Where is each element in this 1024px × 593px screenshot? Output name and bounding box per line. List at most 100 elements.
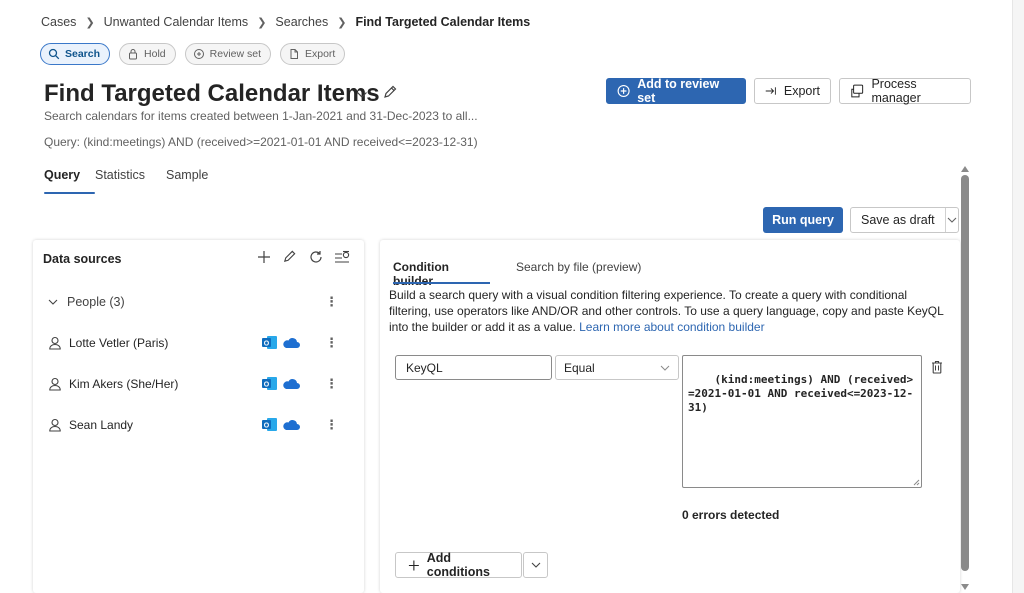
add-icon[interactable] — [255, 248, 272, 265]
condition-builder-panel: Condition builder Search by file (previe… — [380, 240, 960, 593]
condition-builder-description: Build a search query with a visual condi… — [389, 287, 949, 335]
hold-pill[interactable]: Hold — [119, 43, 176, 65]
source-icons: O — [262, 335, 300, 350]
learn-more-link[interactable]: Learn more about condition builder — [579, 320, 764, 334]
search-description: Search calendars for items created betwe… — [44, 109, 478, 123]
chevron-down-icon[interactable] — [946, 217, 958, 223]
svg-text:O: O — [264, 340, 270, 347]
export-pill[interactable]: Export — [280, 43, 346, 65]
scroll-down-arrow-icon[interactable] — [961, 579, 969, 593]
person-icon — [49, 377, 61, 391]
more-options-icon[interactable]: ⋮ — [325, 295, 338, 308]
chevron-down-icon[interactable] — [356, 88, 368, 102]
condition-value-textarea[interactable]: (kind:meetings) AND (received>=2021-01-0… — [682, 355, 922, 488]
scrollbar-thumb[interactable] — [961, 175, 969, 571]
tab-condition-builder[interactable]: Condition builder — [393, 260, 490, 288]
outlook-icon: O — [262, 336, 277, 349]
search-pill-label: Search — [65, 48, 101, 60]
review-set-icon — [193, 49, 204, 59]
scroll-up-arrow-icon[interactable] — [961, 161, 969, 175]
run-query-button[interactable]: Run query — [763, 207, 843, 233]
outlook-icon: O — [262, 377, 277, 390]
tab-condition-builder-label: Condition builder — [393, 260, 449, 288]
data-sources-toolbar — [255, 248, 350, 265]
save-as-draft-label[interactable]: Save as draft — [851, 208, 946, 232]
add-icon — [408, 560, 419, 570]
add-conditions-dropdown[interactable] — [523, 552, 548, 578]
person-name: Sean Landy — [69, 418, 134, 432]
more-options-icon[interactable]: ⋮ — [325, 377, 338, 390]
people-group-toggle[interactable]: People (3) — [48, 295, 125, 309]
lock-icon — [129, 49, 138, 60]
export-arrow-icon — [765, 87, 776, 95]
svg-text:O: O — [264, 422, 270, 429]
chevron-down-icon — [48, 299, 58, 305]
add-to-review-set-label: Add to review set — [637, 77, 720, 105]
source-icons: O — [262, 376, 300, 391]
condition-field-input[interactable]: KeyQL — [395, 355, 552, 380]
tab-query[interactable]: Query — [44, 168, 95, 194]
chevron-right-icon: ❯ — [337, 16, 347, 29]
tab-search-by-file[interactable]: Search by file (preview) — [516, 260, 641, 284]
tab-sample[interactable]: Sample — [166, 168, 226, 194]
export-pill-label: Export — [305, 48, 336, 60]
review-set-pill[interactable]: Review set — [184, 43, 271, 65]
refresh-icon[interactable] — [307, 248, 324, 265]
data-sources-panel: Data sources People (3) ⋮ Lotte Vetler (… — [33, 240, 364, 593]
onedrive-icon — [283, 337, 300, 348]
edit-pencil-icon[interactable] — [281, 248, 298, 265]
delete-icon[interactable] — [931, 360, 943, 377]
window-right-edge — [1012, 0, 1024, 593]
add-conditions-label: Add conditions — [426, 551, 490, 579]
process-manager-icon — [851, 84, 864, 98]
svg-text:O: O — [264, 381, 270, 388]
hold-pill-label: Hold — [144, 48, 166, 60]
errors-status: 0 errors detected — [682, 508, 780, 522]
condition-value-text: (kind:meetings) AND (received>=2021-01-0… — [688, 373, 914, 414]
person-icon — [49, 418, 61, 432]
tab-statistics[interactable]: Statistics — [95, 168, 166, 194]
person-name: Kim Akers (She/Her) — [69, 377, 179, 391]
person-item[interactable]: Kim Akers (She/Her) — [48, 377, 178, 391]
edit-pencil-icon[interactable] — [382, 84, 398, 103]
breadcrumb: Cases ❯ Unwanted Calendar Items ❯ Search… — [41, 15, 530, 29]
people-group-label: People (3) — [67, 295, 125, 309]
breadcrumb-cases[interactable]: Cases — [41, 15, 76, 29]
condition-builder-tabs: Condition builder Search by file (previe… — [393, 260, 641, 288]
export-button[interactable]: Export — [754, 78, 831, 104]
breadcrumb-case[interactable]: Unwanted Calendar Items — [104, 15, 249, 29]
breadcrumb-searches[interactable]: Searches — [275, 15, 328, 29]
review-set-pill-label: Review set — [209, 48, 261, 60]
process-manager-button[interactable]: Process manager — [839, 77, 971, 105]
save-as-draft-button[interactable]: Save as draft — [850, 207, 959, 233]
breadcrumb-current: Find Targeted Calendar Items — [355, 15, 531, 29]
person-item[interactable]: Lotte Vetler (Paris) — [48, 336, 168, 350]
chevron-down-icon — [531, 562, 540, 568]
person-item[interactable]: Sean Landy — [48, 418, 133, 432]
more-options-icon[interactable]: ⋮ — [325, 418, 338, 431]
more-options-icon[interactable]: ⋮ — [325, 336, 338, 349]
export-label: Export — [783, 84, 820, 98]
condition-operator-select[interactable]: Equal — [555, 355, 679, 380]
add-conditions-button[interactable]: Add conditions — [395, 551, 522, 579]
add-to-review-set-button[interactable]: Add to review set — [606, 77, 746, 105]
search-icon — [48, 48, 60, 60]
process-manager-label: Process manager — [871, 77, 921, 105]
onedrive-icon — [283, 419, 300, 430]
source-icons: O — [262, 417, 300, 432]
add-circle-icon — [617, 84, 630, 98]
query-summary: Query: (kind:meetings) AND (received>=20… — [44, 135, 478, 149]
chevron-right-icon: ❯ — [257, 16, 267, 29]
resize-grip-icon[interactable] — [912, 478, 920, 486]
page-title: Find Targeted Calendar Items — [44, 80, 380, 107]
person-icon — [49, 336, 61, 350]
document-icon — [290, 49, 298, 59]
search-tabs: Query Statistics Sample — [44, 168, 226, 194]
search-pill[interactable]: Search — [40, 43, 111, 65]
operator-value: Equal — [564, 360, 595, 375]
outlook-icon: O — [262, 418, 277, 431]
data-sources-title: Data sources — [43, 252, 122, 266]
onedrive-icon — [283, 378, 300, 389]
workflow-pills: Search Hold Review set Export — [40, 43, 346, 65]
filter-list-icon[interactable] — [333, 248, 350, 265]
